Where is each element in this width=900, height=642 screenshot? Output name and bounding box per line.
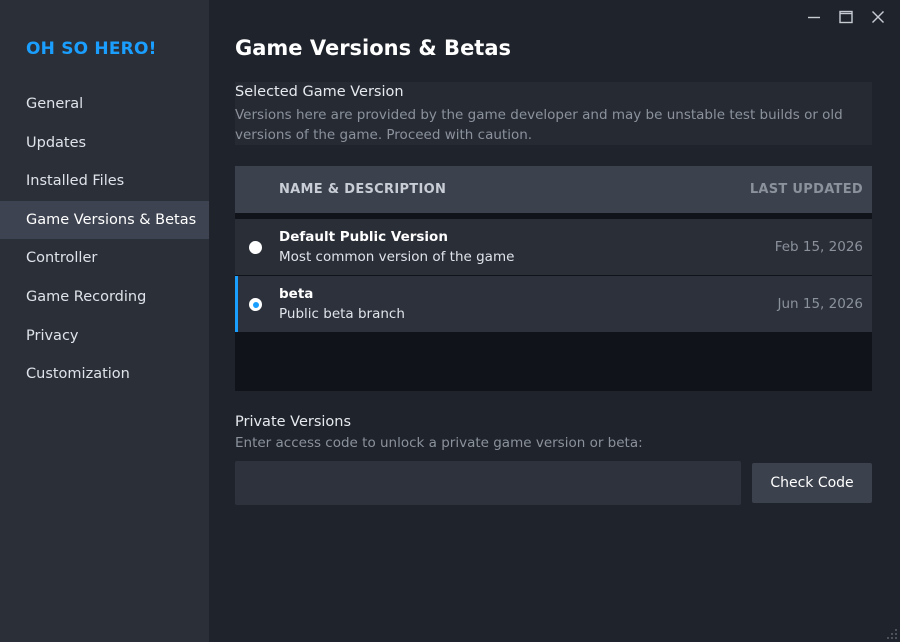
versions-table: NAME & DESCRIPTION LAST UPDATED Default … (235, 166, 872, 391)
column-header-name[interactable]: NAME & DESCRIPTION (279, 182, 446, 197)
access-code-input[interactable] (235, 461, 741, 505)
sidebar: OH SO HERO! General Updates Installed Fi… (0, 0, 209, 642)
selected-version-label: Selected Game Version (235, 84, 404, 100)
sidebar-item-updates[interactable]: Updates (0, 124, 209, 163)
sidebar-item-customization[interactable]: Customization (0, 355, 209, 394)
app-window: OH SO HERO! General Updates Installed Fi… (0, 0, 900, 642)
sidebar-item-installed-files[interactable]: Installed Files (0, 162, 209, 201)
maximize-button[interactable] (830, 4, 862, 30)
private-versions-label: Private Versions (235, 414, 352, 430)
selected-version-section: Selected Game Version Versions here are … (235, 82, 872, 145)
selected-version-description: Versions here are provided by the game d… (235, 107, 843, 143)
sidebar-nav: General Updates Installed Files Game Ver… (0, 85, 209, 394)
version-description: Public beta branch (279, 306, 405, 322)
sidebar-item-game-recording[interactable]: Game Recording (0, 278, 209, 317)
game-title: OH SO HERO! (26, 39, 157, 59)
version-date: Jun 15, 2026 (777, 296, 863, 312)
table-row[interactable]: Default Public Version Most common versi… (235, 219, 872, 275)
check-code-button[interactable]: Check Code (752, 463, 872, 503)
radio-button[interactable] (249, 241, 262, 254)
version-description: Most common version of the game (279, 249, 515, 265)
page-title: Game Versions & Betas (235, 36, 512, 60)
maximize-icon (839, 10, 853, 24)
minimize-button[interactable] (798, 4, 830, 30)
version-name: beta (279, 286, 314, 302)
window-controls (798, 4, 894, 30)
radio-button[interactable] (249, 298, 262, 311)
table-header: NAME & DESCRIPTION LAST UPDATED (235, 166, 872, 213)
version-date: Feb 15, 2026 (774, 239, 863, 255)
table-row[interactable]: beta Public beta branch Jun 15, 2026 (235, 276, 872, 332)
minimize-icon (808, 16, 820, 19)
close-button[interactable] (862, 4, 894, 30)
private-versions-description: Enter access code to unlock a private ga… (235, 435, 643, 451)
sidebar-item-game-versions-betas[interactable]: Game Versions & Betas (0, 200, 209, 240)
close-icon (872, 11, 884, 23)
resize-grip-icon[interactable] (884, 626, 898, 640)
column-header-last-updated[interactable]: LAST UPDATED (750, 182, 863, 197)
sidebar-item-controller[interactable]: Controller (0, 239, 209, 278)
sidebar-item-general[interactable]: General (0, 85, 209, 124)
sidebar-item-privacy[interactable]: Privacy (0, 317, 209, 356)
version-name: Default Public Version (279, 229, 448, 245)
